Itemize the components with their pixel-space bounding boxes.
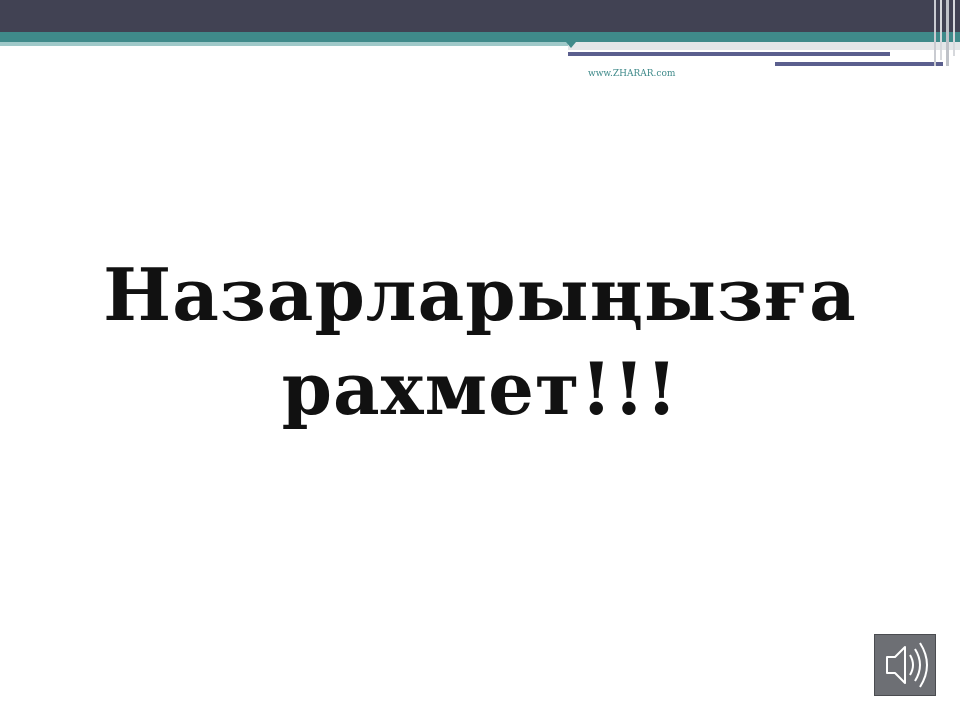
header-edge-lines xyxy=(934,0,955,66)
source-watermark-text: www.ZHARAR.com xyxy=(588,69,676,79)
header-arrow-marker xyxy=(566,42,576,48)
header-teal-bar xyxy=(0,32,960,42)
header-navy-line-short xyxy=(775,62,943,66)
thanks-line-1: Назарларыңызға xyxy=(103,252,857,337)
thanks-message: Назарларыңызға рахмет!!! xyxy=(0,248,960,436)
header-teal-underline xyxy=(0,42,570,46)
speaker-icon xyxy=(886,642,928,688)
header-gray-strip xyxy=(568,42,960,50)
header-dark-bar xyxy=(0,0,960,32)
header-navy-line xyxy=(568,52,890,56)
thanks-line-2: рахмет!!! xyxy=(281,346,679,431)
slide: www.ZHARAR.com Назарларыңызға рахмет!!! xyxy=(0,0,960,720)
sound-button[interactable] xyxy=(874,634,936,696)
